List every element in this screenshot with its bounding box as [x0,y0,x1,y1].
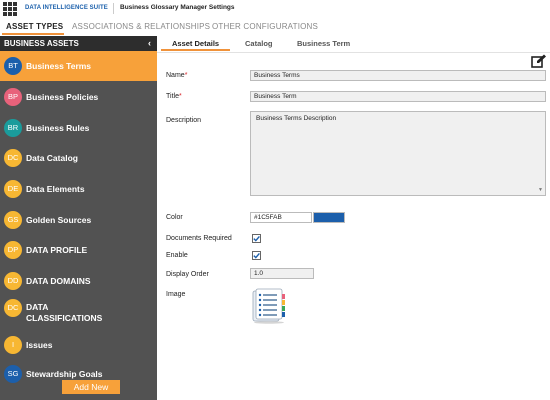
documents-required-checkbox[interactable] [252,234,261,243]
sidebar-item-data-profile[interactable]: DP DATA PROFILE [0,235,157,265]
sidebar-item-business-policies[interactable]: BP Business Policies [0,82,157,112]
sidebar-item-issues[interactable]: I Issues [0,330,157,360]
sidebar-header: BUSINESS ASSETS ‹ [0,36,157,51]
sidebar: BUSINESS ASSETS ‹ BT Business Terms BP Busi… [0,36,157,400]
description-field[interactable]: Business Terms Description ▼ [250,111,546,196]
asset-badge-icon: SG [4,365,22,383]
sidebar-item-label: DATA DOMAINS [26,276,91,286]
scroll-down-icon[interactable]: ▼ [538,187,543,193]
header-divider [113,3,114,14]
content-divider [157,52,550,53]
enable-checkbox[interactable] [252,251,261,260]
tab-associations-relationships[interactable]: ASSOCIATIONS & RELATIONSHIPS [72,22,210,31]
description-label: Description [166,117,202,124]
tab-other-configurations[interactable]: OTHER CONFIGURATIONS [212,22,318,31]
asset-badge-icon: DC [4,149,22,167]
sidebar-item-label: Data Elements [26,184,85,194]
sidebar-item-label: Data Catalog [26,153,78,163]
sidebar-item-label: DATA PROFILE [26,245,88,255]
asset-badge-icon: GS [4,211,22,229]
sidebar-item-business-terms[interactable]: BT Business Terms [0,51,157,81]
sidebar-item-label: Business Terms [26,61,92,71]
color-swatch[interactable] [313,212,345,223]
title-label: Title* [166,93,182,100]
tab-asset-details[interactable]: Asset Details [172,39,219,48]
display-order-label: Display Order [166,271,209,278]
documents-required-label: Documents Required [166,235,232,242]
page-title: Business Glossary Manager Settings [120,4,235,11]
enable-label: Enable [166,252,188,259]
sidebar-item-label: Golden Sources [26,215,92,225]
tab-catalog[interactable]: Catalog [245,39,273,48]
color-field[interactable]: #1C5FAB [250,212,312,223]
sidebar-item-label: DATA CLASSIFICATIONS [26,302,103,323]
asset-badge-icon: BP [4,88,22,106]
name-field[interactable]: Business Terms [250,70,546,81]
active-tab-indicator [2,33,64,35]
sidebar-item-business-rules[interactable]: BR Business Rules [0,113,157,143]
add-new-button[interactable]: Add New [62,380,120,394]
sidebar-item-label: Issues [26,340,53,350]
asset-badge-icon: DC [4,299,22,317]
document-image-icon[interactable] [249,288,287,324]
sidebar-item-data-classifications[interactable]: DC DATA CLASSIFICATIONS [0,296,157,326]
title-field[interactable]: Business Term [250,91,546,102]
sidebar-item-data-elements[interactable]: DE Data Elements [0,174,157,204]
asset-badge-icon: DE [4,180,22,198]
asset-badge-icon: BT [4,57,22,75]
sidebar-item-golden-sources[interactable]: GS Golden Sources [0,205,157,235]
chevron-left-icon[interactable]: ‹ [148,38,151,48]
main-tabs: ASSET TYPES ASSOCIATIONS & RELATIONSHIPS… [0,19,550,35]
asset-badge-icon: I [4,336,22,354]
description-text: Business Terms Description [256,115,337,122]
edit-icon[interactable] [531,54,547,68]
asset-badge-icon: DP [4,241,22,259]
image-label: Image [166,291,186,298]
color-label: Color [166,214,183,221]
active-subtab-indicator [161,49,230,51]
sidebar-item-label: Stewardship Goals [26,369,103,379]
asset-badge-icon: BR [4,119,22,137]
sidebar-item-data-domains[interactable]: DD DATA DOMAINS [0,266,157,296]
sidebar-item-label: Business Policies [26,92,99,102]
top-bar: DATA INTELLIGENCE SUITE Business Glossar… [0,0,550,18]
tab-business-term[interactable]: Business Term [297,39,350,48]
display-order-field[interactable]: 1.0 [250,268,314,279]
name-label: Name* [166,72,188,79]
sidebar-item-data-catalog[interactable]: DC Data Catalog [0,143,157,173]
app-launcher-icon[interactable] [3,2,17,16]
sidebar-title: BUSINESS ASSETS [4,39,79,48]
sidebar-item-label: Business Rules [26,123,90,133]
tab-asset-types[interactable]: ASSET TYPES [6,22,63,31]
suite-name[interactable]: DATA INTELLIGENCE SUITE [25,5,108,11]
asset-badge-icon: DD [4,272,22,290]
